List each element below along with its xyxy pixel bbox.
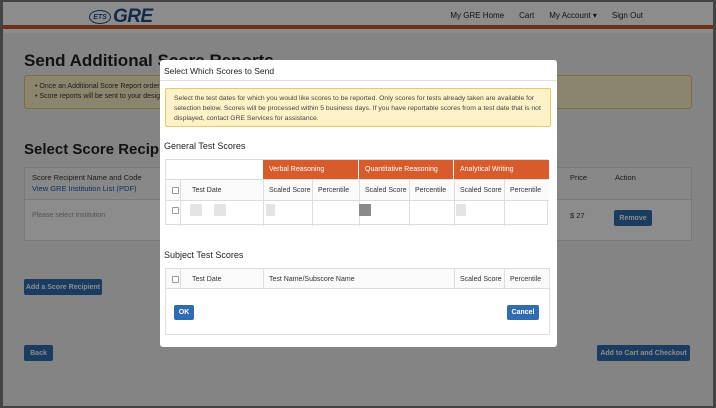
- divider: [180, 179, 181, 226]
- divider: [263, 179, 264, 226]
- divider: [180, 269, 181, 289]
- redacted-date: [214, 204, 226, 216]
- select-scores-modal: Select Which Scores to Send Select the t…: [160, 60, 557, 347]
- divider: [504, 269, 505, 289]
- divider: [454, 179, 455, 226]
- col-quant-percentile: Percentile: [415, 186, 447, 194]
- redacted-score: [266, 204, 275, 216]
- subject-col-scaled: Scaled Score: [460, 275, 502, 283]
- redacted-score: [359, 204, 371, 216]
- subject-scores-table: Test Date Test Name/Subscore Name Scaled…: [165, 268, 550, 335]
- select-all-checkbox[interactable]: [172, 187, 179, 194]
- cancel-button[interactable]: Cancel: [507, 305, 539, 320]
- general-scores-table: Verbal Reasoning Quantitative Reasoning …: [165, 159, 549, 226]
- group-quantitative-reasoning: Quantitative Reasoning: [359, 160, 453, 179]
- modal-divider: [160, 80, 557, 81]
- subject-col-test-name: Test Name/Subscore Name: [269, 275, 355, 283]
- group-analytical-writing: Analytical Writing: [454, 160, 549, 179]
- redacted-score: [456, 204, 466, 216]
- redacted-date: [190, 204, 202, 216]
- modal-info-alert: Select the test dates for which you woul…: [165, 88, 551, 127]
- subject-select-all-checkbox[interactable]: [172, 276, 179, 283]
- subject-col-test-date: Test Date: [192, 275, 222, 283]
- modal-title: Select Which Scores to Send: [164, 66, 275, 76]
- ok-button[interactable]: OK: [174, 305, 194, 320]
- divider: [359, 179, 360, 226]
- col-writing-scaled: Scaled Score: [460, 186, 502, 194]
- row-checkbox[interactable]: [172, 207, 179, 214]
- divider: [263, 269, 264, 289]
- col-test-date: Test Date: [192, 186, 222, 194]
- col-verbal-scaled: Scaled Score: [269, 186, 311, 194]
- divider: [312, 179, 313, 226]
- col-writing-percentile: Percentile: [510, 186, 542, 194]
- divider: [409, 179, 410, 226]
- subject-col-percentile: Percentile: [510, 275, 542, 283]
- group-verbal-reasoning: Verbal Reasoning: [263, 160, 358, 179]
- general-test-scores-title: General Test Scores: [164, 141, 246, 151]
- divider: [454, 269, 455, 289]
- col-verbal-percentile: Percentile: [318, 186, 350, 194]
- divider: [504, 179, 505, 226]
- subject-test-scores-title: Subject Test Scores: [164, 250, 244, 260]
- col-quant-scaled: Scaled Score: [365, 186, 407, 194]
